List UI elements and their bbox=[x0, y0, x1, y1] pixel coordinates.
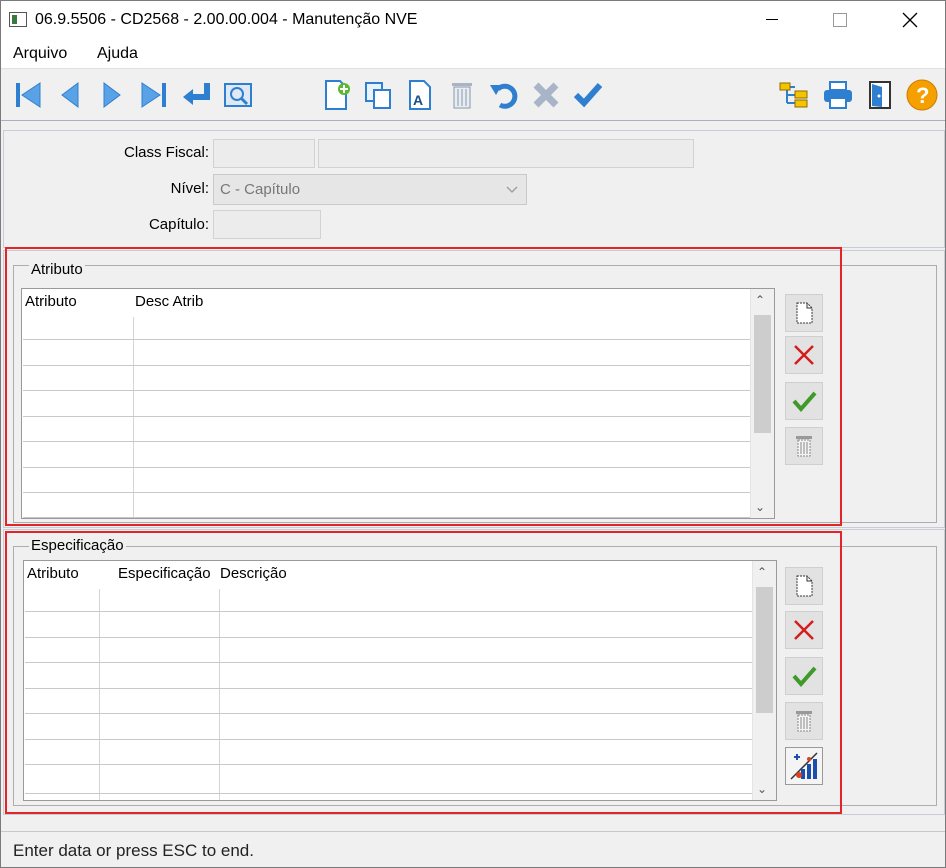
minimize-button[interactable] bbox=[749, 1, 795, 39]
undo-icon bbox=[490, 83, 518, 109]
window-title: 06.9.5506 - CD2568 - 2.00.00.004 - Manut… bbox=[35, 11, 418, 28]
return-button[interactable] bbox=[179, 78, 213, 112]
title-bar: 06.9.5506 - CD2568 - 2.00.00.004 - Manut… bbox=[1, 1, 945, 39]
capitulo-field[interactable] bbox=[213, 210, 321, 239]
class-fiscal-label: Class Fiscal: bbox=[123, 144, 209, 161]
next-record-button[interactable] bbox=[95, 78, 129, 112]
chevron-down-icon bbox=[506, 186, 518, 193]
tree-button[interactable] bbox=[777, 78, 811, 112]
application-window: 06.9.5506 - CD2568 - 2.00.00.004 - Manut… bbox=[0, 0, 946, 868]
print-button[interactable] bbox=[821, 78, 855, 112]
confirm-button[interactable] bbox=[571, 78, 605, 112]
return-icon bbox=[183, 83, 210, 105]
preview-button[interactable] bbox=[221, 78, 255, 112]
help-icon: ? bbox=[906, 79, 938, 111]
delete-button[interactable] bbox=[445, 78, 479, 112]
last-record-icon bbox=[141, 82, 166, 108]
undo-button[interactable] bbox=[487, 78, 521, 112]
first-record-button[interactable] bbox=[11, 78, 45, 112]
cancel-button[interactable] bbox=[529, 78, 563, 112]
new-record-icon bbox=[325, 80, 350, 110]
app-icon bbox=[9, 12, 27, 27]
confirm-icon bbox=[573, 83, 603, 108]
nivel-label: Nível: bbox=[170, 180, 209, 197]
close-button[interactable] bbox=[887, 1, 933, 39]
cancel-icon bbox=[533, 82, 559, 108]
class-fiscal-code-field[interactable] bbox=[213, 139, 315, 168]
next-record-icon bbox=[103, 82, 121, 108]
status-bar: Enter data or press ESC to end. bbox=[1, 831, 945, 867]
delete-icon bbox=[452, 83, 472, 109]
menu-arquivo[interactable]: Arquivo bbox=[13, 45, 67, 63]
menu-bar: Arquivo Ajuda bbox=[1, 39, 945, 69]
svg-text:?: ? bbox=[916, 83, 929, 108]
copy-icon bbox=[365, 82, 391, 109]
previous-record-button[interactable] bbox=[53, 78, 87, 112]
exit-button[interactable] bbox=[863, 78, 897, 112]
minimize-icon bbox=[766, 19, 778, 20]
nivel-selected-value: C - Capítulo bbox=[220, 181, 301, 198]
nivel-select[interactable]: C - Capítulo bbox=[213, 174, 527, 205]
class-fiscal-description-field[interactable] bbox=[318, 139, 694, 168]
close-icon bbox=[902, 12, 918, 28]
first-record-icon bbox=[16, 82, 41, 108]
exit-icon bbox=[869, 81, 891, 109]
preview-icon bbox=[224, 83, 252, 107]
capitulo-label: Capítulo: bbox=[148, 216, 209, 233]
highlight-frame-atributo bbox=[5, 247, 842, 526]
help-button[interactable]: ? bbox=[905, 78, 939, 112]
copy-button[interactable] bbox=[361, 78, 395, 112]
edit-text-icon: A bbox=[409, 80, 431, 110]
maximize-icon bbox=[833, 13, 847, 27]
edit-text-button[interactable]: A bbox=[403, 78, 437, 112]
last-record-button[interactable] bbox=[137, 78, 171, 112]
menu-ajuda[interactable]: Ajuda bbox=[97, 45, 138, 63]
status-message: Enter data or press ESC to end. bbox=[13, 841, 254, 860]
toolbar: A ? bbox=[1, 69, 945, 121]
maximize-button[interactable] bbox=[817, 1, 863, 39]
print-icon bbox=[824, 81, 852, 109]
svg-text:A: A bbox=[413, 92, 423, 108]
previous-record-icon bbox=[61, 82, 79, 108]
highlight-frame-especificacao bbox=[5, 531, 842, 814]
new-record-button[interactable] bbox=[319, 78, 353, 112]
tree-icon bbox=[779, 82, 808, 108]
